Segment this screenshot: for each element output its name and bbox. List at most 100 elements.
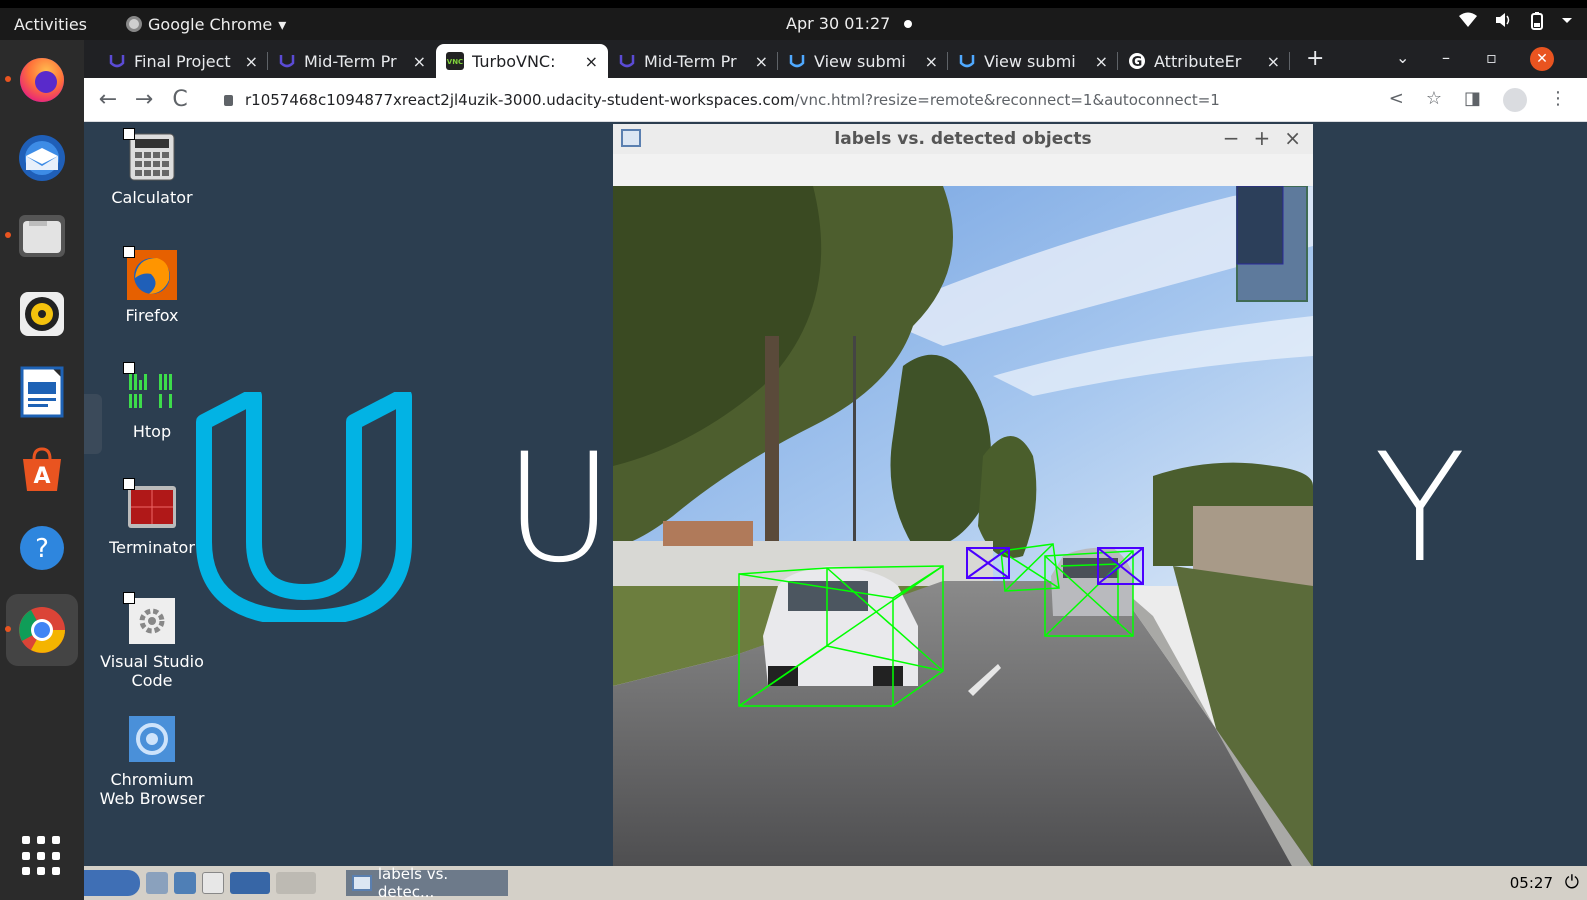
tab-final-project[interactable]: Final Project × [98,44,268,78]
show-applications-icon[interactable] [22,836,62,876]
folder-icon [19,215,65,257]
running-indicator [5,626,11,632]
tab-search-button[interactable]: ⌄ [1396,48,1409,67]
restore-button[interactable]: ▫ [1486,48,1497,67]
svg-text:VNC: VNC [447,58,463,66]
tab-view-submission-2[interactable]: View submi × [948,44,1118,78]
taskbar-window-button[interactable]: labels vs. detec... [346,865,508,900]
taskbar-window-label: labels vs. detec... [377,865,449,900]
desktop-icon-label: Calculator [111,188,193,207]
close-tab-icon[interactable]: × [585,52,598,71]
dock-files[interactable] [5,208,70,264]
workspace-2-icon[interactable] [276,872,316,894]
udacity-favicon-icon [109,55,125,68]
vnc-desktop: U Y Calculator Firefox Htop Terminator V… [84,122,1587,866]
menu-kebab-icon[interactable]: ⋮ [1549,88,1567,112]
url-path: /vnc.html?resize=remote&reconnect=1&auto… [794,91,1220,109]
new-tab-button[interactable]: + [1306,46,1324,71]
file-manager-icon[interactable] [174,872,196,894]
window-titlebar[interactable]: labels vs. detected objects − + × [613,124,1313,154]
svg-text:A: A [33,464,50,489]
minimize-button[interactable]: – [1442,48,1450,67]
labels-vs-detected-objects-window: labels vs. detected objects − + × [613,124,1313,866]
running-indicator [5,76,11,82]
share-icon[interactable]: < [1389,88,1404,112]
rhythmbox-icon [20,292,64,336]
window-close-button[interactable]: × [1284,126,1301,150]
close-window-button[interactable]: ✕ [1530,47,1554,71]
back-button[interactable]: ← [90,87,126,112]
tab-mid-term-1[interactable]: Mid-Term Pr × [268,44,436,78]
close-tab-icon[interactable]: × [755,52,768,71]
dock-writer[interactable] [14,364,70,420]
side-panel-icon[interactable]: ◨ [1464,88,1481,112]
bookmark-star-icon[interactable]: ☆ [1426,88,1442,112]
close-tab-icon[interactable]: × [245,52,258,71]
software-store-icon: A [23,447,61,491]
svg-text:G: G [1132,55,1143,70]
tab-label: Mid-Term Pr [304,51,397,71]
desktop-icon-chromium[interactable]: Chromium Web Browser [84,714,222,808]
vnc-taskbar: labels vs. detec... 05:27 ⏻ [84,865,1587,900]
vnc-favicon-icon: VNC [446,52,464,70]
app-menu[interactable]: Google Chrome ▾ [126,15,286,34]
notification-dot-icon [904,19,913,28]
htop-icon [123,362,177,416]
dock-chrome[interactable] [5,594,78,666]
tab-mid-term-2[interactable]: Mid-Term Pr × [608,44,778,78]
firefox-icon [20,58,64,102]
udacity-favicon-icon [959,55,975,68]
window-toolbar-area [613,154,1313,186]
udacity-favicon-icon [279,55,295,68]
forward-button[interactable]: → [126,87,162,112]
close-tab-icon[interactable]: × [1095,52,1108,71]
desktop-icon-terminator[interactable]: Terminator [84,478,222,557]
dock-firefox[interactable] [5,52,70,108]
profile-avatar[interactable] [1503,88,1527,112]
desktop-icon-htop[interactable]: Htop [84,362,222,441]
workspace-1-icon[interactable] [230,872,270,894]
desktop-icon-label: Chromium Web Browser [99,770,205,808]
tab-attribute-error[interactable]: G AttributeEr × [1118,44,1290,78]
panel-clock: 05:27 [1509,874,1553,892]
close-tab-icon[interactable]: × [1267,52,1280,71]
show-desktop-icon[interactable] [146,872,168,894]
tab-turbovnc[interactable]: VNC TurboVNC: × [436,44,608,78]
activities-button[interactable]: Activities [0,15,112,34]
calculator-icon [123,128,177,182]
desktop-icon-label: Firefox [125,306,179,325]
tab-label: View submi [814,51,906,71]
dock-help[interactable]: ? [14,520,70,576]
udacity-favicon-icon [789,55,805,68]
help-icon: ? [20,526,64,570]
battery-icon [1531,12,1543,30]
window-minimize-button[interactable]: − [1223,126,1240,150]
shortcut-overlay-icon [123,362,135,374]
system-tray[interactable] [1459,12,1573,30]
clock-button[interactable]: Apr 30 01:27 [786,14,913,33]
desktop-icon-label: Terminator [109,538,195,557]
tab-view-submission-1[interactable]: View submi × [778,44,948,78]
reload-button[interactable]: C [162,87,198,112]
window-maximize-button[interactable]: + [1253,126,1270,150]
desktop-icon-firefox[interactable]: Firefox [84,246,222,325]
desktop-icon-vscode[interactable]: Visual Studio Code [84,592,222,690]
chrome-tab-strip: Final Project × Mid-Term Pr × VNC TurboV… [84,40,1587,78]
address-bar[interactable]: r1057468c1094877xreact2jl4uzik-3000.udac… [224,85,1364,115]
start-menu-button[interactable] [84,870,140,896]
chrome-toolbar: ← → C r1057468c1094877xreact2jl4uzik-300… [84,78,1587,122]
power-icon[interactable]: ⏻ [1565,872,1579,893]
tab-separator [1289,52,1290,70]
desktop-icon-calculator[interactable]: Calculator [84,128,222,207]
close-tab-icon[interactable]: × [925,52,938,71]
ubuntu-dock: A ? [0,40,84,900]
dock-software[interactable]: A [14,442,70,498]
dock-rhythmbox[interactable] [14,286,70,342]
close-tab-icon[interactable]: × [413,52,426,71]
terminal-launcher-icon[interactable] [202,872,224,894]
date-time: Apr 30 01:27 [786,14,891,33]
svg-text:?: ? [35,534,49,564]
brand-letter-left: U [504,422,614,596]
url-host: r1057468c1094877xreact2jl4uzik-3000.udac… [245,91,795,109]
dock-thunderbird[interactable] [14,130,70,186]
